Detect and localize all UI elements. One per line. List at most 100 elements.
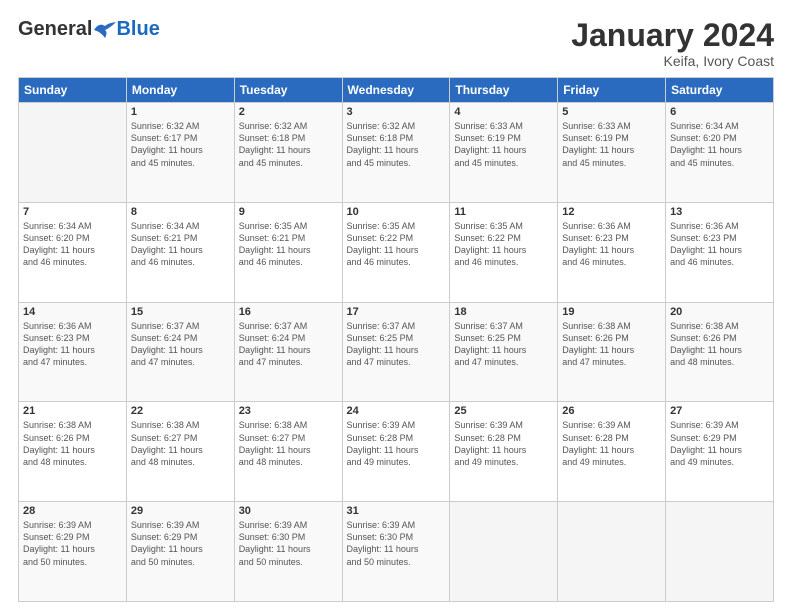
day-info: Sunrise: 6:37 AM Sunset: 6:24 PM Dayligh…: [239, 320, 338, 369]
day-number: 29: [131, 505, 230, 517]
day-info: Sunrise: 6:35 AM Sunset: 6:22 PM Dayligh…: [347, 220, 446, 269]
day-number: 16: [239, 306, 338, 318]
day-number: 19: [562, 306, 661, 318]
calendar-week-row: 21Sunrise: 6:38 AM Sunset: 6:26 PM Dayli…: [19, 402, 774, 502]
logo-general: General: [18, 18, 92, 41]
header-monday: Monday: [126, 78, 234, 103]
header-tuesday: Tuesday: [234, 78, 342, 103]
calendar-cell: 10Sunrise: 6:35 AM Sunset: 6:22 PM Dayli…: [342, 202, 450, 302]
day-number: 27: [670, 405, 769, 417]
calendar-cell: 25Sunrise: 6:39 AM Sunset: 6:28 PM Dayli…: [450, 402, 558, 502]
day-info: Sunrise: 6:32 AM Sunset: 6:18 PM Dayligh…: [347, 120, 446, 169]
day-info: Sunrise: 6:34 AM Sunset: 6:20 PM Dayligh…: [670, 120, 769, 169]
day-info: Sunrise: 6:34 AM Sunset: 6:20 PM Dayligh…: [23, 220, 122, 269]
logo: General Blue: [18, 18, 160, 41]
day-info: Sunrise: 6:38 AM Sunset: 6:27 PM Dayligh…: [239, 419, 338, 468]
day-number: 31: [347, 505, 446, 517]
day-info: Sunrise: 6:38 AM Sunset: 6:26 PM Dayligh…: [562, 320, 661, 369]
day-info: Sunrise: 6:39 AM Sunset: 6:29 PM Dayligh…: [23, 519, 122, 568]
calendar: Sunday Monday Tuesday Wednesday Thursday…: [18, 77, 774, 602]
day-info: Sunrise: 6:39 AM Sunset: 6:28 PM Dayligh…: [562, 419, 661, 468]
day-number: 23: [239, 405, 338, 417]
day-info: Sunrise: 6:33 AM Sunset: 6:19 PM Dayligh…: [454, 120, 553, 169]
page: General Blue January 2024 Keifa, Ivory C…: [0, 0, 792, 612]
day-number: 26: [562, 405, 661, 417]
calendar-cell: 2 Sunrise: 6:32 AM Sunset: 6:18 PM Daylig…: [234, 103, 342, 203]
day-number: 18: [454, 306, 553, 318]
calendar-cell: 22Sunrise: 6:38 AM Sunset: 6:27 PM Dayli…: [126, 402, 234, 502]
calendar-cell: 4Sunrise: 6:33 AM Sunset: 6:19 PM Daylig…: [450, 103, 558, 203]
day-number: 14: [23, 306, 122, 318]
calendar-cell: 13 Sunrise: 6:36 AM Sunset: 6:23 PM Dayli…: [666, 202, 774, 302]
day-number: 3: [347, 106, 446, 118]
calendar-cell: 7 Sunrise: 6:34 AM Sunset: 6:20 PM Daylig…: [19, 202, 127, 302]
month-title: January 2024: [571, 18, 774, 53]
day-info: Sunrise: 6:39 AM Sunset: 6:29 PM Dayligh…: [131, 519, 230, 568]
day-info: Sunrise: 6:38 AM Sunset: 6:26 PM Dayligh…: [23, 419, 122, 468]
day-info: Sunrise: 6:35 AM Sunset: 6:22 PM Dayligh…: [454, 220, 553, 269]
logo-bird-icon: [94, 22, 116, 38]
calendar-cell: 28 Sunrise: 6:39 AM Sunset: 6:29 PM Dayli…: [19, 502, 127, 602]
calendar-cell: 17 Sunrise: 6:37 AM Sunset: 6:25 PM Dayli…: [342, 302, 450, 402]
calendar-cell: 31 Sunrise: 6:39 AM Sunset: 6:30 PM Dayli…: [342, 502, 450, 602]
calendar-cell: 3 Sunrise: 6:32 AM Sunset: 6:18 PM Daylig…: [342, 103, 450, 203]
day-info: Sunrise: 6:32 AM Sunset: 6:17 PM Dayligh…: [131, 120, 230, 169]
day-number: 9: [239, 206, 338, 218]
calendar-cell: 15Sunrise: 6:37 AM Sunset: 6:24 PM Dayli…: [126, 302, 234, 402]
day-info: Sunrise: 6:38 AM Sunset: 6:27 PM Dayligh…: [131, 419, 230, 468]
calendar-week-row: 7 Sunrise: 6:34 AM Sunset: 6:20 PM Daylig…: [19, 202, 774, 302]
day-info: Sunrise: 6:38 AM Sunset: 6:26 PM Dayligh…: [670, 320, 769, 369]
day-number: 6: [670, 106, 769, 118]
day-number: 17: [347, 306, 446, 318]
calendar-cell: 14 Sunrise: 6:36 AM Sunset: 6:23 PM Dayli…: [19, 302, 127, 402]
calendar-cell: 21Sunrise: 6:38 AM Sunset: 6:26 PM Dayli…: [19, 402, 127, 502]
day-info: Sunrise: 6:35 AM Sunset: 6:21 PM Dayligh…: [239, 220, 338, 269]
day-info: Sunrise: 6:32 AM Sunset: 6:18 PM Dayligh…: [239, 120, 338, 169]
title-area: January 2024 Keifa, Ivory Coast: [571, 18, 774, 69]
calendar-week-row: 1Sunrise: 6:32 AM Sunset: 6:17 PM Daylig…: [19, 103, 774, 203]
day-info: Sunrise: 6:36 AM Sunset: 6:23 PM Dayligh…: [670, 220, 769, 269]
calendar-cell: 18 Sunrise: 6:37 AM Sunset: 6:25 PM Dayli…: [450, 302, 558, 402]
day-number: 12: [562, 206, 661, 218]
calendar-cell: 11Sunrise: 6:35 AM Sunset: 6:22 PM Dayli…: [450, 202, 558, 302]
day-number: 13: [670, 206, 769, 218]
day-info: Sunrise: 6:39 AM Sunset: 6:28 PM Dayligh…: [347, 419, 446, 468]
day-number: 8: [131, 206, 230, 218]
logo-text: General Blue: [18, 18, 160, 41]
calendar-cell: [558, 502, 666, 602]
calendar-week-row: 14 Sunrise: 6:36 AM Sunset: 6:23 PM Dayli…: [19, 302, 774, 402]
day-info: Sunrise: 6:36 AM Sunset: 6:23 PM Dayligh…: [562, 220, 661, 269]
day-number: 5: [562, 106, 661, 118]
calendar-cell: 12 Sunrise: 6:36 AM Sunset: 6:23 PM Dayli…: [558, 202, 666, 302]
day-info: Sunrise: 6:39 AM Sunset: 6:30 PM Dayligh…: [239, 519, 338, 568]
calendar-cell: 23 Sunrise: 6:38 AM Sunset: 6:27 PM Dayli…: [234, 402, 342, 502]
calendar-cell: [450, 502, 558, 602]
calendar-cell: 27Sunrise: 6:39 AM Sunset: 6:29 PM Dayli…: [666, 402, 774, 502]
calendar-cell: 30Sunrise: 6:39 AM Sunset: 6:30 PM Dayli…: [234, 502, 342, 602]
day-info: Sunrise: 6:37 AM Sunset: 6:25 PM Dayligh…: [454, 320, 553, 369]
calendar-cell: 5 Sunrise: 6:33 AM Sunset: 6:19 PM Daylig…: [558, 103, 666, 203]
header: General Blue January 2024 Keifa, Ivory C…: [18, 18, 774, 69]
header-saturday: Saturday: [666, 78, 774, 103]
calendar-cell: 9 Sunrise: 6:35 AM Sunset: 6:21 PM Daylig…: [234, 202, 342, 302]
calendar-cell: [19, 103, 127, 203]
calendar-cell: 24Sunrise: 6:39 AM Sunset: 6:28 PM Dayli…: [342, 402, 450, 502]
day-info: Sunrise: 6:33 AM Sunset: 6:19 PM Dayligh…: [562, 120, 661, 169]
calendar-cell: [666, 502, 774, 602]
location: Keifa, Ivory Coast: [571, 53, 774, 69]
day-info: Sunrise: 6:34 AM Sunset: 6:21 PM Dayligh…: [131, 220, 230, 269]
header-sunday: Sunday: [19, 78, 127, 103]
day-info: Sunrise: 6:39 AM Sunset: 6:28 PM Dayligh…: [454, 419, 553, 468]
calendar-cell: 6 Sunrise: 6:34 AM Sunset: 6:20 PM Daylig…: [666, 103, 774, 203]
day-number: 7: [23, 206, 122, 218]
calendar-cell: 20Sunrise: 6:38 AM Sunset: 6:26 PM Dayli…: [666, 302, 774, 402]
header-friday: Friday: [558, 78, 666, 103]
header-wednesday: Wednesday: [342, 78, 450, 103]
day-info: Sunrise: 6:39 AM Sunset: 6:30 PM Dayligh…: [347, 519, 446, 568]
day-number: 2: [239, 106, 338, 118]
day-info: Sunrise: 6:36 AM Sunset: 6:23 PM Dayligh…: [23, 320, 122, 369]
day-number: 28: [23, 505, 122, 517]
day-number: 15: [131, 306, 230, 318]
day-info: Sunrise: 6:37 AM Sunset: 6:25 PM Dayligh…: [347, 320, 446, 369]
calendar-cell: 1Sunrise: 6:32 AM Sunset: 6:17 PM Daylig…: [126, 103, 234, 203]
